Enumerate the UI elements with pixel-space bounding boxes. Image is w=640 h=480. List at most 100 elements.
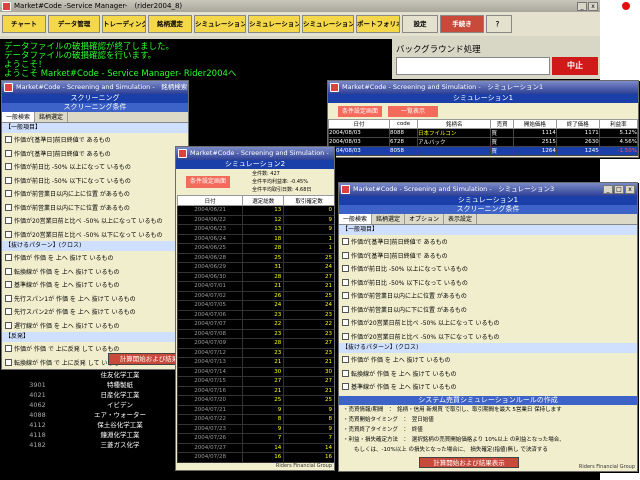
- stop-button[interactable]: 中止: [552, 57, 598, 75]
- table-row[interactable]: 2004/07/08 23 23: [176, 328, 334, 339]
- table-row[interactable]: 2004/07/06 23 23: [176, 309, 334, 320]
- condition-checkbox[interactable]: [342, 369, 349, 377]
- table-row[interactable]: 2004/06/30 28 27: [176, 271, 334, 282]
- window-controls: _ x: [577, 2, 598, 11]
- condition-checkbox[interactable]: [5, 294, 12, 302]
- condition-checkbox[interactable]: [342, 332, 349, 340]
- condition-checkbox[interactable]: [5, 281, 12, 289]
- table-row[interactable]: 2004/07/16 21 21: [176, 385, 334, 396]
- list-item[interactable]: 4118 鐘淵化学工業: [10, 430, 180, 440]
- condition-checkbox[interactable]: [5, 254, 12, 262]
- toolbar-button-4[interactable]: シミュレーション1: [194, 15, 246, 33]
- condition-checkbox[interactable]: [5, 149, 12, 157]
- table-row[interactable]: 2004/07/05 24 24: [176, 300, 334, 311]
- table-row[interactable]: 2004/07/15 27 27: [176, 376, 334, 387]
- toolbar-button-9[interactable]: 手続き: [440, 15, 484, 33]
- table-row[interactable]: 2004/08/03 8088 日本フイルコン買 1114 1171 5.12%: [328, 128, 638, 138]
- table-row[interactable]: 2004/07/27 14 14: [176, 442, 334, 453]
- table-row[interactable]: 2004/07/01 21 21: [176, 281, 334, 292]
- maximize-button[interactable]: □: [614, 185, 624, 194]
- condition-checkbox[interactable]: [5, 345, 12, 353]
- list-view-button[interactable]: 一覧表示: [388, 106, 438, 117]
- sim2-titlebar[interactable]: Market#Code - Screening and Simulation -…: [176, 147, 334, 160]
- table-row[interactable]: 2004/07/07 22 22: [176, 319, 334, 330]
- toolbar-button-6[interactable]: シミュレーション3: [302, 15, 354, 33]
- condition-checkbox[interactable]: [5, 217, 12, 225]
- main-titlebar[interactable]: Market#Code -Service Manager- (rider2004…: [0, 0, 600, 12]
- condition-checkbox[interactable]: [342, 238, 349, 246]
- condition-checkbox[interactable]: [5, 163, 12, 171]
- condition-checkbox[interactable]: [5, 267, 12, 275]
- table-row[interactable]: 2004/07/26 7 7: [176, 433, 334, 444]
- close-button[interactable]: x: [625, 185, 635, 194]
- calc-result-button[interactable]: 計算開始および結果表示: [419, 457, 519, 468]
- condition-checkbox[interactable]: [5, 203, 12, 211]
- table-row[interactable]: 2004/06/25 28 1: [176, 243, 334, 254]
- condition-checkbox[interactable]: [5, 308, 12, 316]
- condition-checkbox[interactable]: [342, 265, 349, 273]
- tab-select[interactable]: 銘柄選定: [372, 214, 406, 224]
- condition-checkbox[interactable]: [5, 358, 12, 366]
- table-row[interactable]: 2004/06/24 18 1: [176, 233, 334, 244]
- close-button[interactable]: x: [588, 2, 598, 11]
- condition-checkbox[interactable]: [342, 251, 349, 259]
- table-row[interactable]: 2004/06/22 12 9: [176, 214, 334, 225]
- table-row[interactable]: 2004/06/28 25 25: [176, 252, 334, 263]
- tab-option[interactable]: オプション: [405, 214, 445, 224]
- toolbar-button-3[interactable]: 銘柄選定: [148, 15, 192, 33]
- table-row[interactable]: 2004/07/20 25 25: [176, 395, 334, 406]
- table-row[interactable]: 2004/07/22 8 8: [176, 414, 334, 425]
- table-row[interactable]: 2004/08/03 6728 アルバック買 2515 2630 4.56%: [328, 137, 638, 147]
- tab-general[interactable]: 一般検索: [2, 112, 36, 122]
- table-row[interactable]: 2004/07/23 9 9: [176, 423, 334, 434]
- condition-screen-button[interactable]: 条件設定画面: [186, 176, 230, 188]
- tab-general[interactable]: 一般検索: [339, 214, 373, 224]
- minimize-button[interactable]: _: [603, 185, 613, 194]
- table-row[interactable]: 2004/07/21 9 9: [176, 404, 334, 415]
- toolbar-button-2[interactable]: トレーディング: [102, 15, 146, 33]
- condition-checkbox[interactable]: [342, 305, 349, 313]
- table-row[interactable]: 2004/07/28 16 16: [176, 452, 334, 463]
- sim3-titlebar[interactable]: Market#Code - Screening and Simulation -…: [339, 183, 637, 196]
- minimize-button[interactable]: _: [577, 2, 587, 11]
- table-row[interactable]: 2004/06/29 31 24: [176, 262, 334, 273]
- list-item[interactable]: 3901 特種製紙: [10, 380, 180, 390]
- table-row[interactable]: 2004/07/02 26 25: [176, 290, 334, 301]
- list-item[interactable]: 4112 保土谷化学工業: [10, 420, 180, 430]
- toolbar-button-10[interactable]: ？: [486, 15, 512, 33]
- sim1-titlebar[interactable]: Market#Code - Screening and Simulation -…: [328, 81, 638, 94]
- condition-checkbox[interactable]: [342, 319, 349, 327]
- condition-checkbox[interactable]: [5, 136, 12, 144]
- list-name: エア・ウォーター: [94, 411, 146, 419]
- condition-checkbox[interactable]: [5, 176, 12, 184]
- table-row[interactable]: 2004/08/03 8058 買 1264 1245 -1.50%: [328, 146, 638, 156]
- toolbar-button-8[interactable]: 設定: [402, 15, 438, 33]
- tab-display[interactable]: 表示設定: [444, 214, 478, 224]
- list-item[interactable]: 4062 イビデン: [10, 400, 180, 410]
- table-row[interactable]: 2004/06/23 13 9: [176, 224, 334, 235]
- condition-screen-button[interactable]: 条件設定画面: [338, 106, 382, 117]
- table-row[interactable]: 2004/07/12 23 23: [176, 347, 334, 358]
- condition-checkbox[interactable]: [5, 230, 12, 238]
- toolbar-button-0[interactable]: チャート: [2, 15, 46, 33]
- condition-checkbox[interactable]: [342, 383, 349, 391]
- toolbar-button-7[interactable]: ポートフォリオ: [356, 15, 400, 33]
- table-row[interactable]: 2004/07/13 21 21: [176, 357, 334, 368]
- table-row[interactable]: 2004/06/21 13 0: [176, 205, 334, 216]
- screening-titlebar[interactable]: Market#Code - Screening and Simulation -…: [2, 81, 188, 94]
- table-row[interactable]: 2004/07/14 30 30: [176, 366, 334, 377]
- list-item[interactable]: 4021 日産化学工業: [10, 390, 180, 400]
- tab-select[interactable]: 銘柄選定: [35, 112, 69, 122]
- list-item[interactable]: 4182 三菱ガス化学: [10, 440, 180, 450]
- condition-checkbox[interactable]: [342, 356, 349, 364]
- condition-checkbox[interactable]: [5, 190, 12, 198]
- list-item[interactable]: 4088 エア・ウォーター: [10, 410, 180, 420]
- table-row[interactable]: 2004/07/09 28 27: [176, 338, 334, 349]
- list-item[interactable]: 住友化学工業: [10, 370, 180, 380]
- toolbar-button-5[interactable]: シミュレーション2: [248, 15, 300, 33]
- app-close-icon[interactable]: [622, 2, 630, 10]
- condition-checkbox[interactable]: [342, 292, 349, 300]
- toolbar-button-1[interactable]: データ管理: [48, 15, 100, 33]
- condition-checkbox[interactable]: [342, 278, 349, 286]
- condition-checkbox[interactable]: [5, 321, 12, 329]
